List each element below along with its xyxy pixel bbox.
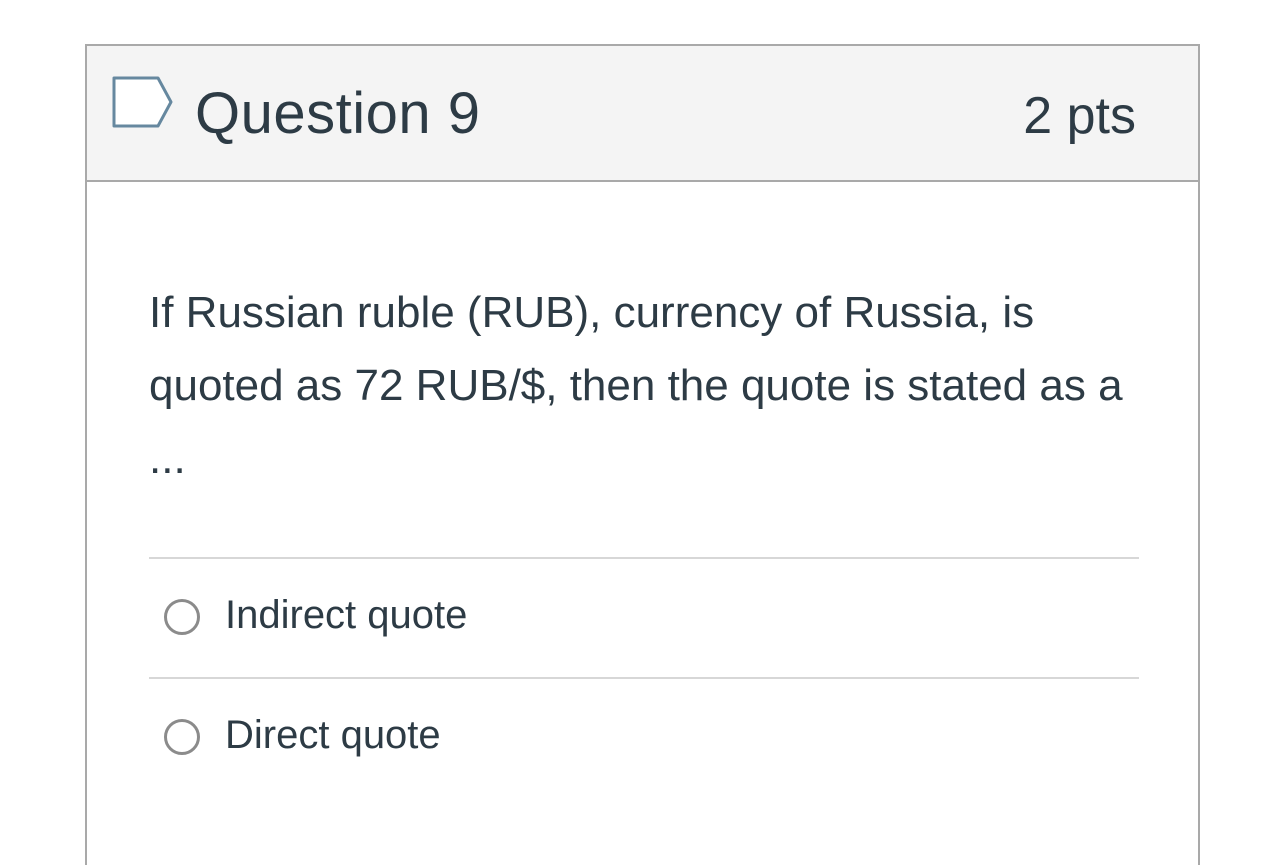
flag-question-icon[interactable] [112,76,174,128]
answer-label[interactable]: Direct quote [225,711,441,759]
question-title: Question 9 [195,81,481,146]
question-header: Question 9 2 pts [87,46,1198,182]
question-card: Question 9 2 pts If Russian ruble (RUB),… [85,44,1200,865]
radio-button[interactable] [164,719,200,755]
answer-label[interactable]: Indirect quote [225,591,467,639]
answer-list: Indirect quote Direct quote [149,557,1139,797]
answer-option-indirect-quote[interactable]: Indirect quote [149,557,1139,677]
question-text: If Russian ruble (RUB), currency of Russ… [149,288,1123,483]
radio-button[interactable] [164,599,200,635]
answer-option-direct-quote[interactable]: Direct quote [149,677,1139,797]
question-points: 2 pts [1023,87,1136,145]
